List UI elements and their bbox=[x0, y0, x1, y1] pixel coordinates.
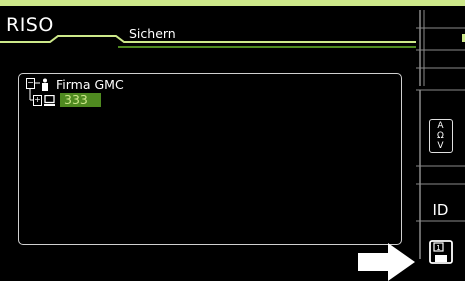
tree-expand-toggle[interactable]: + bbox=[33, 95, 42, 106]
computer-icon bbox=[44, 94, 55, 106]
person-icon bbox=[42, 78, 48, 91]
softkey-sidebar: A Ω V ID 1 bbox=[416, 6, 465, 264]
screen: RISO Sichern − Firma GMC + 333 A Ω V ID … bbox=[0, 0, 465, 281]
aov-mode-button[interactable]: A Ω V bbox=[416, 110, 465, 162]
tree-item-333[interactable]: 333 bbox=[44, 93, 101, 107]
selected-item-label: 333 bbox=[60, 93, 101, 107]
arrow-right-icon bbox=[358, 243, 415, 281]
tree-item-firma[interactable]: Firma GMC bbox=[40, 77, 124, 92]
tab-sichern[interactable]: Sichern bbox=[129, 26, 176, 41]
save-icon: 1 bbox=[428, 240, 453, 264]
aov-a: A bbox=[437, 121, 444, 131]
save-button[interactable]: 1 bbox=[416, 239, 465, 265]
aov-omega: Ω bbox=[437, 131, 444, 141]
aov-v: V bbox=[437, 141, 444, 151]
id-button[interactable]: ID bbox=[416, 198, 465, 222]
tree-item-label: Firma GMC bbox=[56, 77, 124, 92]
save-number: 1 bbox=[436, 244, 440, 252]
tree-collapse-toggle[interactable]: − bbox=[26, 78, 35, 89]
aov-icon: A Ω V bbox=[428, 119, 453, 153]
